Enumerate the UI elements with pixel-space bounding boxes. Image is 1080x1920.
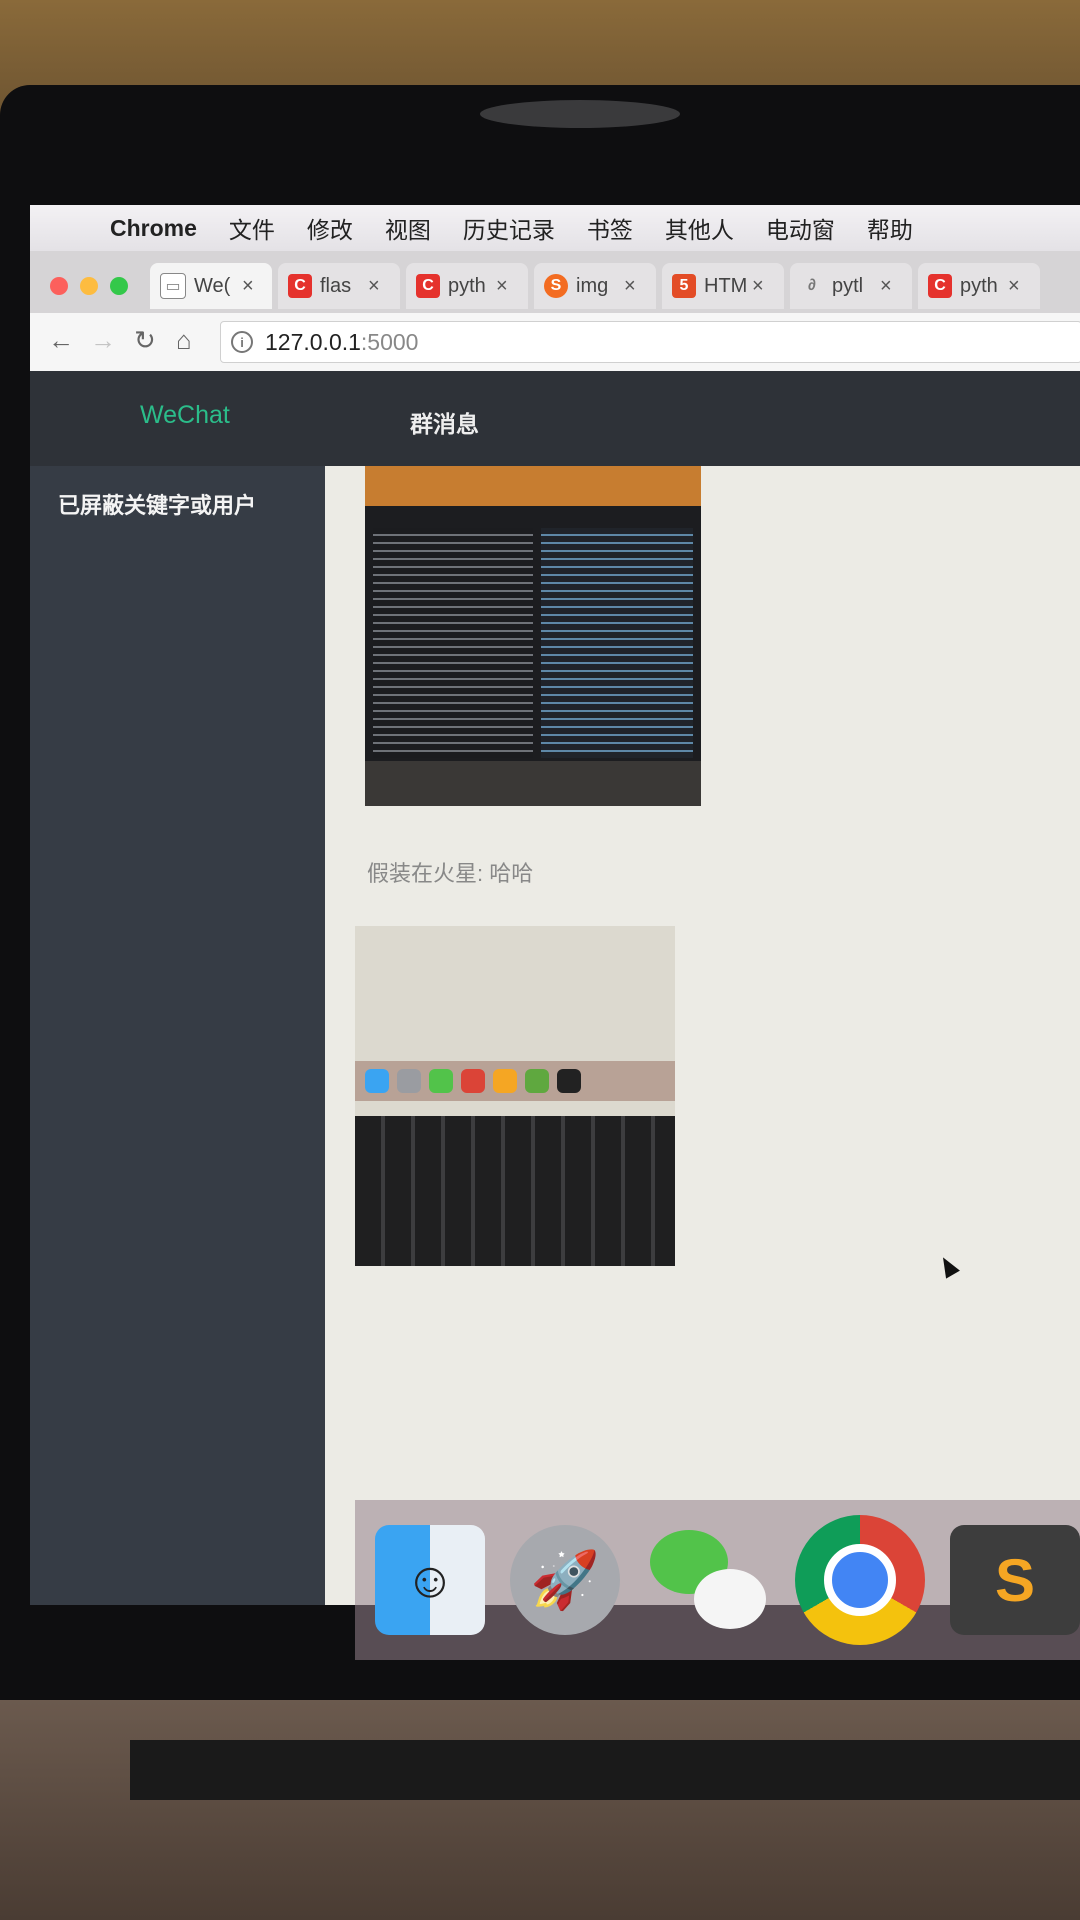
mac-menubar: Chrome 文件 修改 视图 历史记录 书签 其他人 电动窗 帮助	[30, 205, 1080, 251]
tab-flask[interactable]: C flas ×	[278, 263, 400, 309]
minimize-window-button[interactable]	[80, 277, 98, 295]
photo-finder-icon	[365, 1069, 389, 1093]
tab-title: flas	[320, 274, 352, 297]
mouse-cursor-icon	[936, 1253, 960, 1279]
close-icon[interactable]: ×	[1008, 275, 1020, 298]
laptop-base	[0, 1700, 1080, 1920]
tab-title: HTM	[704, 274, 746, 297]
menu-bookmarks[interactable]: 书签	[587, 211, 633, 245]
url-host: 127.0.0.1	[265, 328, 361, 355]
app-header: WeChat 群消息	[30, 371, 1080, 466]
photo-keyboard-edge	[365, 761, 701, 806]
close-icon[interactable]: ×	[880, 275, 892, 298]
csdn-icon: C	[416, 274, 440, 298]
tab-strip: ▭ We( × C flas × C pyth × S img × 5 HTM	[30, 251, 1080, 313]
address-bar[interactable]: i 127.0.0.1:5000	[220, 321, 1080, 363]
menu-view[interactable]: 视图	[385, 211, 431, 245]
message-image-terminal[interactable]	[365, 466, 701, 806]
camera-notch	[480, 100, 680, 128]
photo-keyboard	[355, 1116, 675, 1266]
message-text: 假装在火星: 哈哈	[367, 861, 534, 886]
close-window-button[interactable]	[50, 277, 68, 295]
wechat-bubble-white	[694, 1569, 766, 1629]
csdn-icon: C	[928, 274, 952, 298]
menu-people[interactable]: 其他人	[665, 211, 734, 245]
tab-title: img	[576, 274, 609, 297]
tab-python-1[interactable]: C pyth ×	[406, 263, 528, 309]
menu-file[interactable]: 文件	[229, 211, 275, 245]
photo-terminal-left	[373, 528, 533, 758]
html-icon: 5	[672, 274, 696, 298]
menu-edit[interactable]: 修改	[307, 211, 353, 245]
tab-title: We(	[194, 274, 231, 297]
tab-img[interactable]: S img ×	[534, 263, 656, 309]
reload-icon[interactable]: ↻	[134, 325, 156, 356]
python-icon: ∂	[808, 277, 816, 294]
message-list: 假装在火星: 哈哈	[325, 466, 1080, 1605]
tab-title: pyth	[448, 274, 486, 297]
url-port: :5000	[360, 328, 419, 355]
page-icon: ▭	[160, 273, 186, 299]
tab-title: pyth	[960, 274, 998, 297]
browser-toolbar: ← → ↻ ⌂ i 127.0.0.1:5000	[30, 313, 1080, 372]
close-icon[interactable]: ×	[624, 275, 636, 298]
sidebar: 已屏蔽关键字或用户	[30, 466, 325, 1605]
sidebar-item-blocked[interactable]: 已屏蔽关键字或用户	[58, 488, 256, 520]
sogou-icon: S	[544, 274, 568, 298]
close-icon[interactable]: ×	[496, 275, 508, 298]
fullscreen-window-button[interactable]	[110, 277, 128, 295]
photo-top-band	[365, 466, 701, 506]
photo-sublime-icon	[493, 1069, 517, 1093]
menu-window[interactable]: 电动窗	[766, 211, 835, 245]
tab-python-3[interactable]: C pyth ×	[918, 263, 1040, 309]
tab-wechat[interactable]: ▭ We( ×	[150, 263, 272, 309]
back-arrow-icon[interactable]: ←	[48, 325, 74, 356]
chrome-center	[824, 1544, 896, 1616]
menu-help[interactable]: 帮助	[867, 211, 913, 245]
photo-evernote-icon	[525, 1069, 549, 1093]
wechat-icon[interactable]	[650, 1525, 766, 1635]
screen: Chrome 文件 修改 视图 历史记录 书签 其他人 电动窗 帮助 ▭ We(…	[30, 205, 1080, 1605]
tab-python-2[interactable]: ∂ pytl ×	[790, 263, 912, 309]
forward-arrow-icon[interactable]: →	[90, 325, 116, 356]
page-title[interactable]: 群消息	[410, 405, 479, 439]
finder-icon[interactable]: ☺	[375, 1525, 485, 1635]
close-icon[interactable]: ×	[368, 275, 380, 298]
launchpad-rocket-icon[interactable]: 🚀	[510, 1525, 620, 1635]
tab-html[interactable]: 5 HTM ×	[662, 263, 784, 309]
csdn-icon: C	[288, 274, 312, 298]
info-icon[interactable]: i	[231, 331, 253, 353]
sublime-text-icon[interactable]: S	[950, 1525, 1080, 1635]
tab-title: pytl	[832, 274, 864, 297]
message-image-desk[interactable]	[355, 926, 675, 1266]
photo-launchpad-icon	[397, 1069, 421, 1093]
chrome-icon[interactable]	[795, 1515, 925, 1645]
laptop-hinge	[130, 1740, 1080, 1800]
close-icon[interactable]: ×	[242, 275, 254, 298]
photo-chrome-icon	[461, 1069, 485, 1093]
brand-logo[interactable]: WeChat	[140, 401, 230, 430]
menu-history[interactable]: 历史记录	[463, 211, 555, 245]
menu-chrome[interactable]: Chrome	[110, 215, 197, 242]
photo-terminal-right	[541, 528, 693, 758]
close-icon[interactable]: ×	[752, 275, 764, 298]
photo-terminal-icon	[557, 1069, 581, 1093]
home-icon[interactable]: ⌂	[176, 325, 192, 356]
photo-wechat-icon	[429, 1069, 453, 1093]
